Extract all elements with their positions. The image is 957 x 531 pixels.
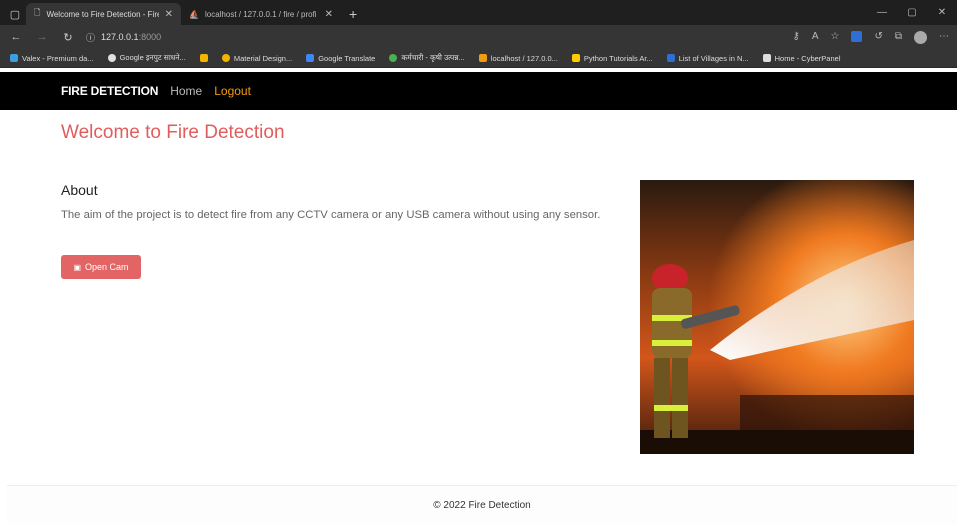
tab-title: Welcome to Fire Detection - Fire: [46, 9, 159, 19]
bookmark-karmachari[interactable]: कर्मचारी - कृषी उत्पन्न...: [389, 53, 465, 63]
page-title: Welcome to Fire Detection: [61, 122, 285, 143]
url-field[interactable]: ⓘ 127.0.0.1:8000: [86, 31, 783, 44]
bookmark-material-design[interactable]: Material Design...: [221, 54, 292, 63]
bookmark-icon: [666, 54, 675, 62]
page-icon: [762, 54, 771, 62]
bookmarks-bar: Valex - Premium da... Google इनपुट साधने…: [0, 49, 957, 68]
more-icon[interactable]: ⋯: [939, 31, 949, 44]
tab-title: localhost / 127.0.0.1 / fire / profi: [204, 9, 317, 19]
nav-logout-link[interactable]: Logout: [214, 84, 251, 98]
refresh-extension-icon[interactable]: ↺: [874, 31, 882, 44]
bookmark-valex[interactable]: Valex - Premium da...: [10, 54, 94, 63]
address-bar: ← → ↻ ⓘ 127.0.0.1:8000 ⚷ A ☆ ↺ ⧉ ⋯: [0, 25, 957, 49]
bookmark-villages[interactable]: List of Villages in N...: [666, 54, 749, 63]
back-icon[interactable]: ←: [8, 31, 24, 43]
about-heading: About: [61, 182, 98, 198]
bookmark-localhost[interactable]: localhost / 127.0.0...: [478, 54, 558, 63]
extension-icon[interactable]: [851, 30, 863, 42]
bookmark-icon: [389, 54, 398, 62]
address-bar-icons: ⚷ A ☆ ↺ ⧉ ⋯: [793, 30, 949, 44]
maximize-icon[interactable]: ▢: [897, 0, 927, 25]
main-content: Welcome to Fire Detection About The aim …: [0, 110, 957, 488]
nav-home-link[interactable]: Home: [170, 84, 202, 98]
bookmark-google-translate[interactable]: Google Translate: [306, 54, 375, 63]
tab-phpmyadmin[interactable]: ⛵ localhost / 127.0.0.1 / fire / profi ✕: [181, 3, 341, 25]
site-brand[interactable]: FIRE DETECTION: [61, 84, 158, 98]
browser-tabbar: ▢ 🗋 Welcome to Fire Detection - Fire ✕ ⛵…: [0, 0, 957, 25]
bookmark-cyberpanel[interactable]: Home - CyberPanel: [762, 54, 840, 63]
minimize-icon[interactable]: —: [867, 0, 897, 25]
info-icon[interactable]: ⓘ: [86, 31, 95, 44]
close-window-icon[interactable]: ✕: [927, 0, 957, 25]
read-aloud-icon[interactable]: A: [812, 31, 819, 44]
firefighter-image: [640, 180, 914, 454]
bulb-icon: [221, 54, 230, 62]
window-controls: — ▢ ✕: [867, 0, 957, 25]
close-icon[interactable]: ✕: [325, 9, 333, 20]
footer: © 2022 Fire Detection: [7, 485, 957, 525]
url-host: 127.0.0.1: [101, 32, 139, 42]
footer-copyright: © 2022 Fire Detection: [433, 500, 531, 511]
bookmark-icon: [10, 54, 18, 62]
favorite-icon[interactable]: ☆: [831, 31, 840, 44]
close-icon[interactable]: ✕: [165, 9, 173, 20]
tab-fire-detection[interactable]: 🗋 Welcome to Fire Detection - Fire ✕: [26, 3, 181, 25]
google-icon: [107, 54, 116, 62]
new-tab-button[interactable]: +: [341, 3, 365, 25]
profile-avatar[interactable]: [914, 30, 927, 44]
key-icon[interactable]: ⚷: [793, 31, 800, 44]
bookmark-icon: [199, 54, 208, 62]
about-text: The aim of the project is to detect fire…: [61, 209, 601, 221]
translate-icon: [306, 54, 315, 62]
python-icon: [571, 54, 580, 62]
phpmyadmin-icon: ⛵: [189, 9, 199, 19]
url-port: :8000: [138, 32, 162, 42]
window-menu-icon[interactable]: ▢: [4, 3, 26, 25]
refresh-icon[interactable]: ↻: [60, 31, 76, 44]
phpmyadmin-icon: [478, 54, 487, 62]
bookmark-python-tutorials[interactable]: Python Tutorials Ar...: [571, 54, 653, 63]
site-navbar: FIRE DETECTION Home Logout: [0, 72, 957, 110]
bookmark-google-input[interactable]: Google इनपुट साधने...: [107, 53, 186, 63]
camera-icon: ▣: [73, 262, 82, 272]
open-cam-label: Open Cam: [85, 262, 129, 272]
bookmark-colorful[interactable]: [199, 54, 208, 62]
forward-icon[interactable]: →: [34, 31, 50, 43]
open-cam-button[interactable]: ▣ Open Cam: [61, 255, 141, 279]
collections-icon[interactable]: ⧉: [895, 31, 902, 44]
page-icon: 🗋: [34, 8, 41, 17]
